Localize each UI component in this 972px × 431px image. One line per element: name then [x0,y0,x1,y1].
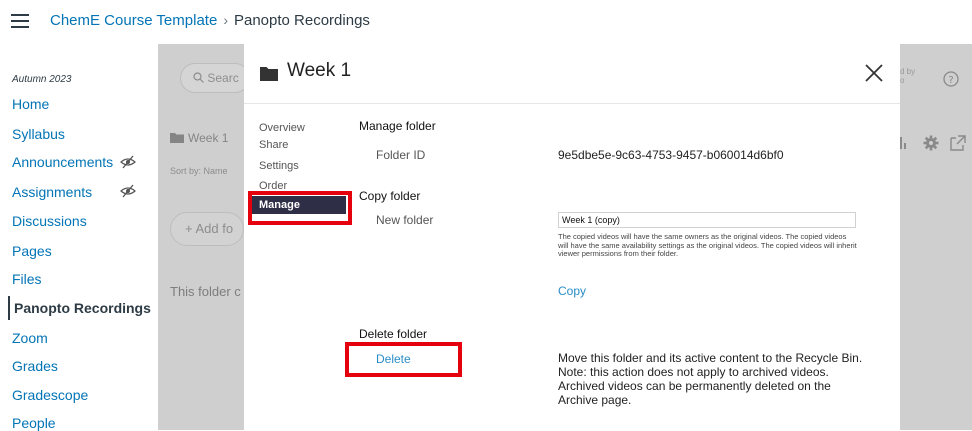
hidden-eye-icon [120,155,136,169]
folder-breadcrumb: Week 1 [170,131,228,145]
course-nav-sidebar: Autumn 2023 Home Syllabus Announcements … [0,44,158,431]
manage-folder-heading: Manage folder [359,119,436,133]
add-folder-button[interactable]: + Add fo [170,212,244,246]
delete-folder-heading: Delete folder [359,327,428,341]
sidebar-item-panopto-recordings[interactable]: Panopto Recordings [8,296,151,320]
sidebar-item-syllabus[interactable]: Syllabus [12,126,65,142]
sidebar-item-announcements[interactable]: Announcements [12,154,113,170]
gear-icon [923,135,939,151]
folder-settings-modal: Week 1 Overview Share Settings Order Man… [244,44,900,430]
sidebar-item-gradescope[interactable]: Gradescope [12,387,88,403]
powered-by-line1: d by [900,67,916,76]
svg-text:?: ? [948,75,953,86]
term-label: Autumn 2023 [12,74,72,85]
breadcrumb-separator: › [223,12,228,28]
folder-icon [170,133,184,143]
sidebar-item-files[interactable]: Files [12,271,42,287]
sidebar-item-discussions[interactable]: Discussions [12,213,87,229]
copy-button[interactable]: Copy [558,284,586,298]
folder-icon [260,67,278,81]
external-link-icon [950,135,966,151]
top-bar: ChemE Course Template › Panopto Recordings [0,0,972,44]
new-folder-name-input[interactable]: Week 1 (copy) [558,212,856,228]
new-folder-label: New folder [376,213,434,227]
breadcrumb-current: Panopto Recordings [233,12,370,29]
hamburger-menu-icon[interactable] [11,14,29,28]
delete-button-highlight [345,342,462,377]
delete-folder-note: Move this folder and its active content … [558,351,863,407]
search-placeholder: Searc [207,71,239,85]
breadcrumb-course-link[interactable]: ChemE Course Template [50,12,217,29]
sidebar-item-people[interactable]: People [12,415,56,431]
powered-by-line2: o [900,76,905,85]
tab-overview[interactable]: Overview [259,122,305,134]
copy-folder-heading: Copy folder [359,189,421,203]
hidden-eye-icon [120,184,136,198]
search-icon [193,72,204,83]
sidebar-item-grades[interactable]: Grades [12,358,58,374]
folder-id-label: Folder ID [376,148,426,162]
help-icon[interactable]: ? [943,71,959,87]
breadcrumb: ChemE Course Template › Panopto Recordings [50,12,370,29]
sidebar-item-home[interactable]: Home [12,96,49,112]
tab-share[interactable]: Share [259,139,288,151]
modal-title: Week 1 [287,60,352,81]
sidebar-item-zoom[interactable]: Zoom [12,330,48,346]
close-icon[interactable] [864,63,884,83]
tab-settings[interactable]: Settings [259,160,299,172]
copy-folder-note: The copied videos will have the same own… [558,232,857,259]
folder-breadcrumb-label: Week 1 [188,131,229,145]
modal-header: Week 1 [244,44,900,104]
sidebar-item-assignments[interactable]: Assignments [12,184,92,200]
folder-id-value: 9e5dbe5e-9c63-4753-9457-b060014d6bf0 [558,148,784,162]
sort-by-label: Sort by: Name [170,166,228,176]
empty-folder-text: This folder c [170,284,241,299]
manage-tab-highlight [248,191,352,225]
toolbar-icons [896,135,966,151]
search-input[interactable]: Searc [180,63,250,93]
sidebar-item-pages[interactable]: Pages [12,243,52,259]
powered-by-text: d by o [900,67,915,85]
